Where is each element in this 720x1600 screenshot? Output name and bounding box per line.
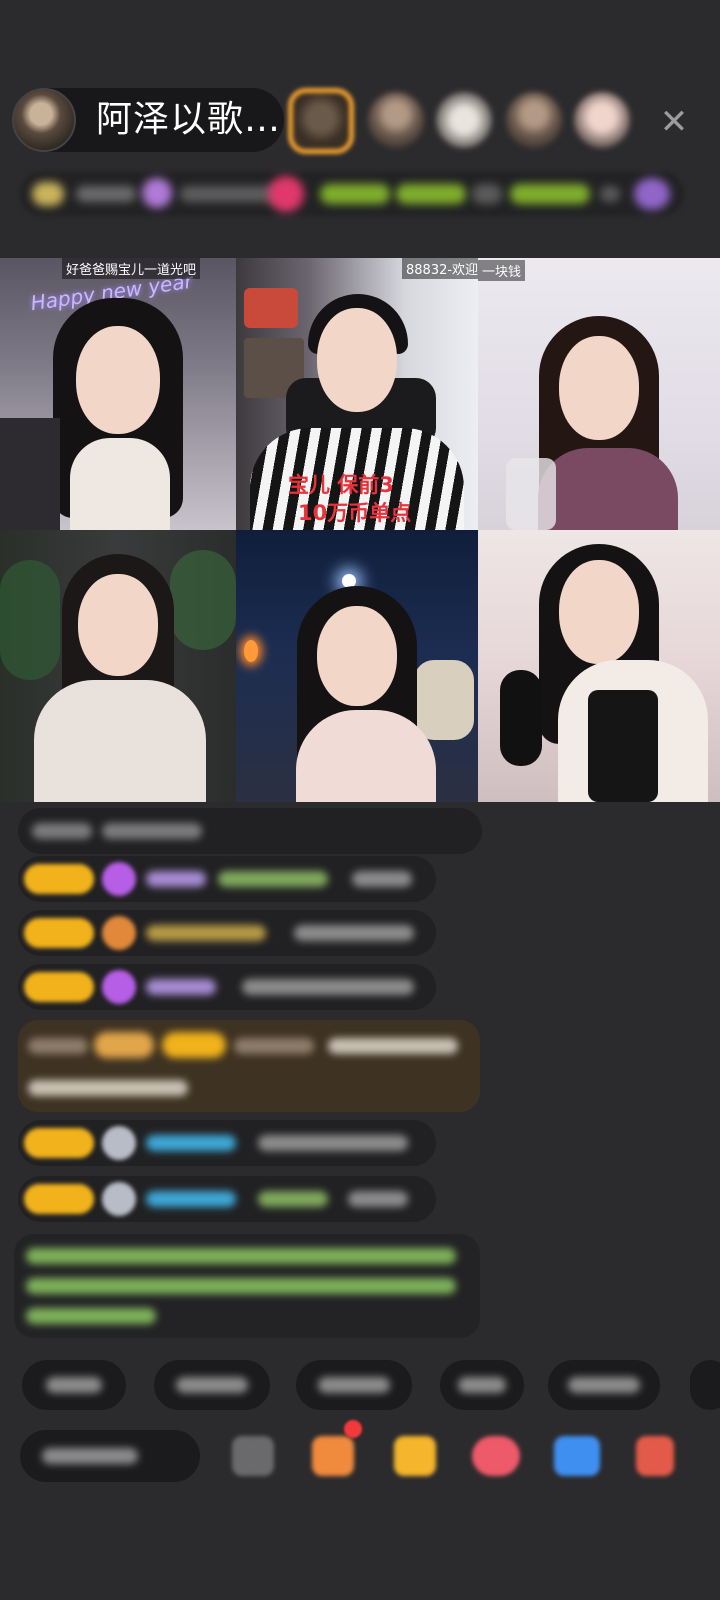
tile-2-overlay-line-1: 宝儿 保前3 [288,473,394,497]
lucky-icon[interactable] [472,1436,520,1476]
chat-message-6 [18,1176,436,1222]
tile-2-label: 88832-欢迎 [402,258,478,279]
game-icon[interactable] [554,1436,600,1476]
diamond-icon [102,862,136,896]
quick-reply-chip-3[interactable] [296,1360,412,1410]
tile-1-label: 好爸爸赐宝儿一道光吧 [62,258,201,279]
gift-box-icon[interactable] [312,1436,354,1476]
more-icon[interactable] [232,1436,274,1476]
top-viewer-avatar-3[interactable] [436,92,492,148]
host-name[interactable]: 阿泽以歌… [96,100,281,140]
quick-reply-chip-5[interactable] [548,1360,660,1410]
notification-dot [344,1420,362,1438]
video-tile-4[interactable] [0,530,236,802]
fan-badge-icon [102,916,136,950]
top-viewer-avatar-2[interactable] [368,92,424,148]
video-grid: Happy new year 好爸爸赐宝儿一道光吧 88832-欢迎 宝儿 保前… [0,258,720,802]
member-icon [102,1182,136,1216]
chat-message-4 [18,964,436,1010]
quick-reply-chip-4[interactable] [440,1360,524,1410]
video-tile-3[interactable]: 一块钱 [478,258,720,530]
info-bar[interactable] [20,172,684,216]
chat-input[interactable] [20,1430,200,1482]
video-tile-1[interactable]: Happy new year 好爸爸赐宝儿一道光吧 [0,258,236,530]
microphone-icon [500,670,542,766]
quick-reply-chip-2[interactable] [154,1360,270,1410]
diamond-icon [102,970,136,1004]
treasure-icon[interactable] [394,1436,436,1476]
close-icon[interactable]: ✕ [656,104,692,140]
chat-message-3 [18,910,436,956]
top-viewer-avatar-5[interactable] [574,92,630,148]
chat-message-1 [18,808,482,854]
quick-reply-chip-6[interactable] [690,1360,720,1410]
video-tile-6[interactable] [478,530,720,802]
gift-icon[interactable] [636,1436,674,1476]
chat-message-5 [18,1120,436,1166]
host-avatar[interactable] [12,88,76,152]
top-viewer-avatar-1[interactable] [288,88,354,154]
video-tile-2[interactable]: 88832-欢迎 宝儿 保前3 10万币单点 [236,258,478,530]
member-icon [102,1126,136,1160]
tile-3-label: 一块钱 [478,260,526,281]
tile-2-overlay-line-2: 10万币单点 [298,501,412,525]
system-notice [14,1234,480,1338]
video-tile-5[interactable] [236,530,478,802]
top-viewer-avatar-4[interactable] [506,92,562,148]
quick-reply-chip-1[interactable] [22,1360,126,1410]
chat-message-highlight [18,1020,480,1112]
chat-message-2 [18,856,436,902]
